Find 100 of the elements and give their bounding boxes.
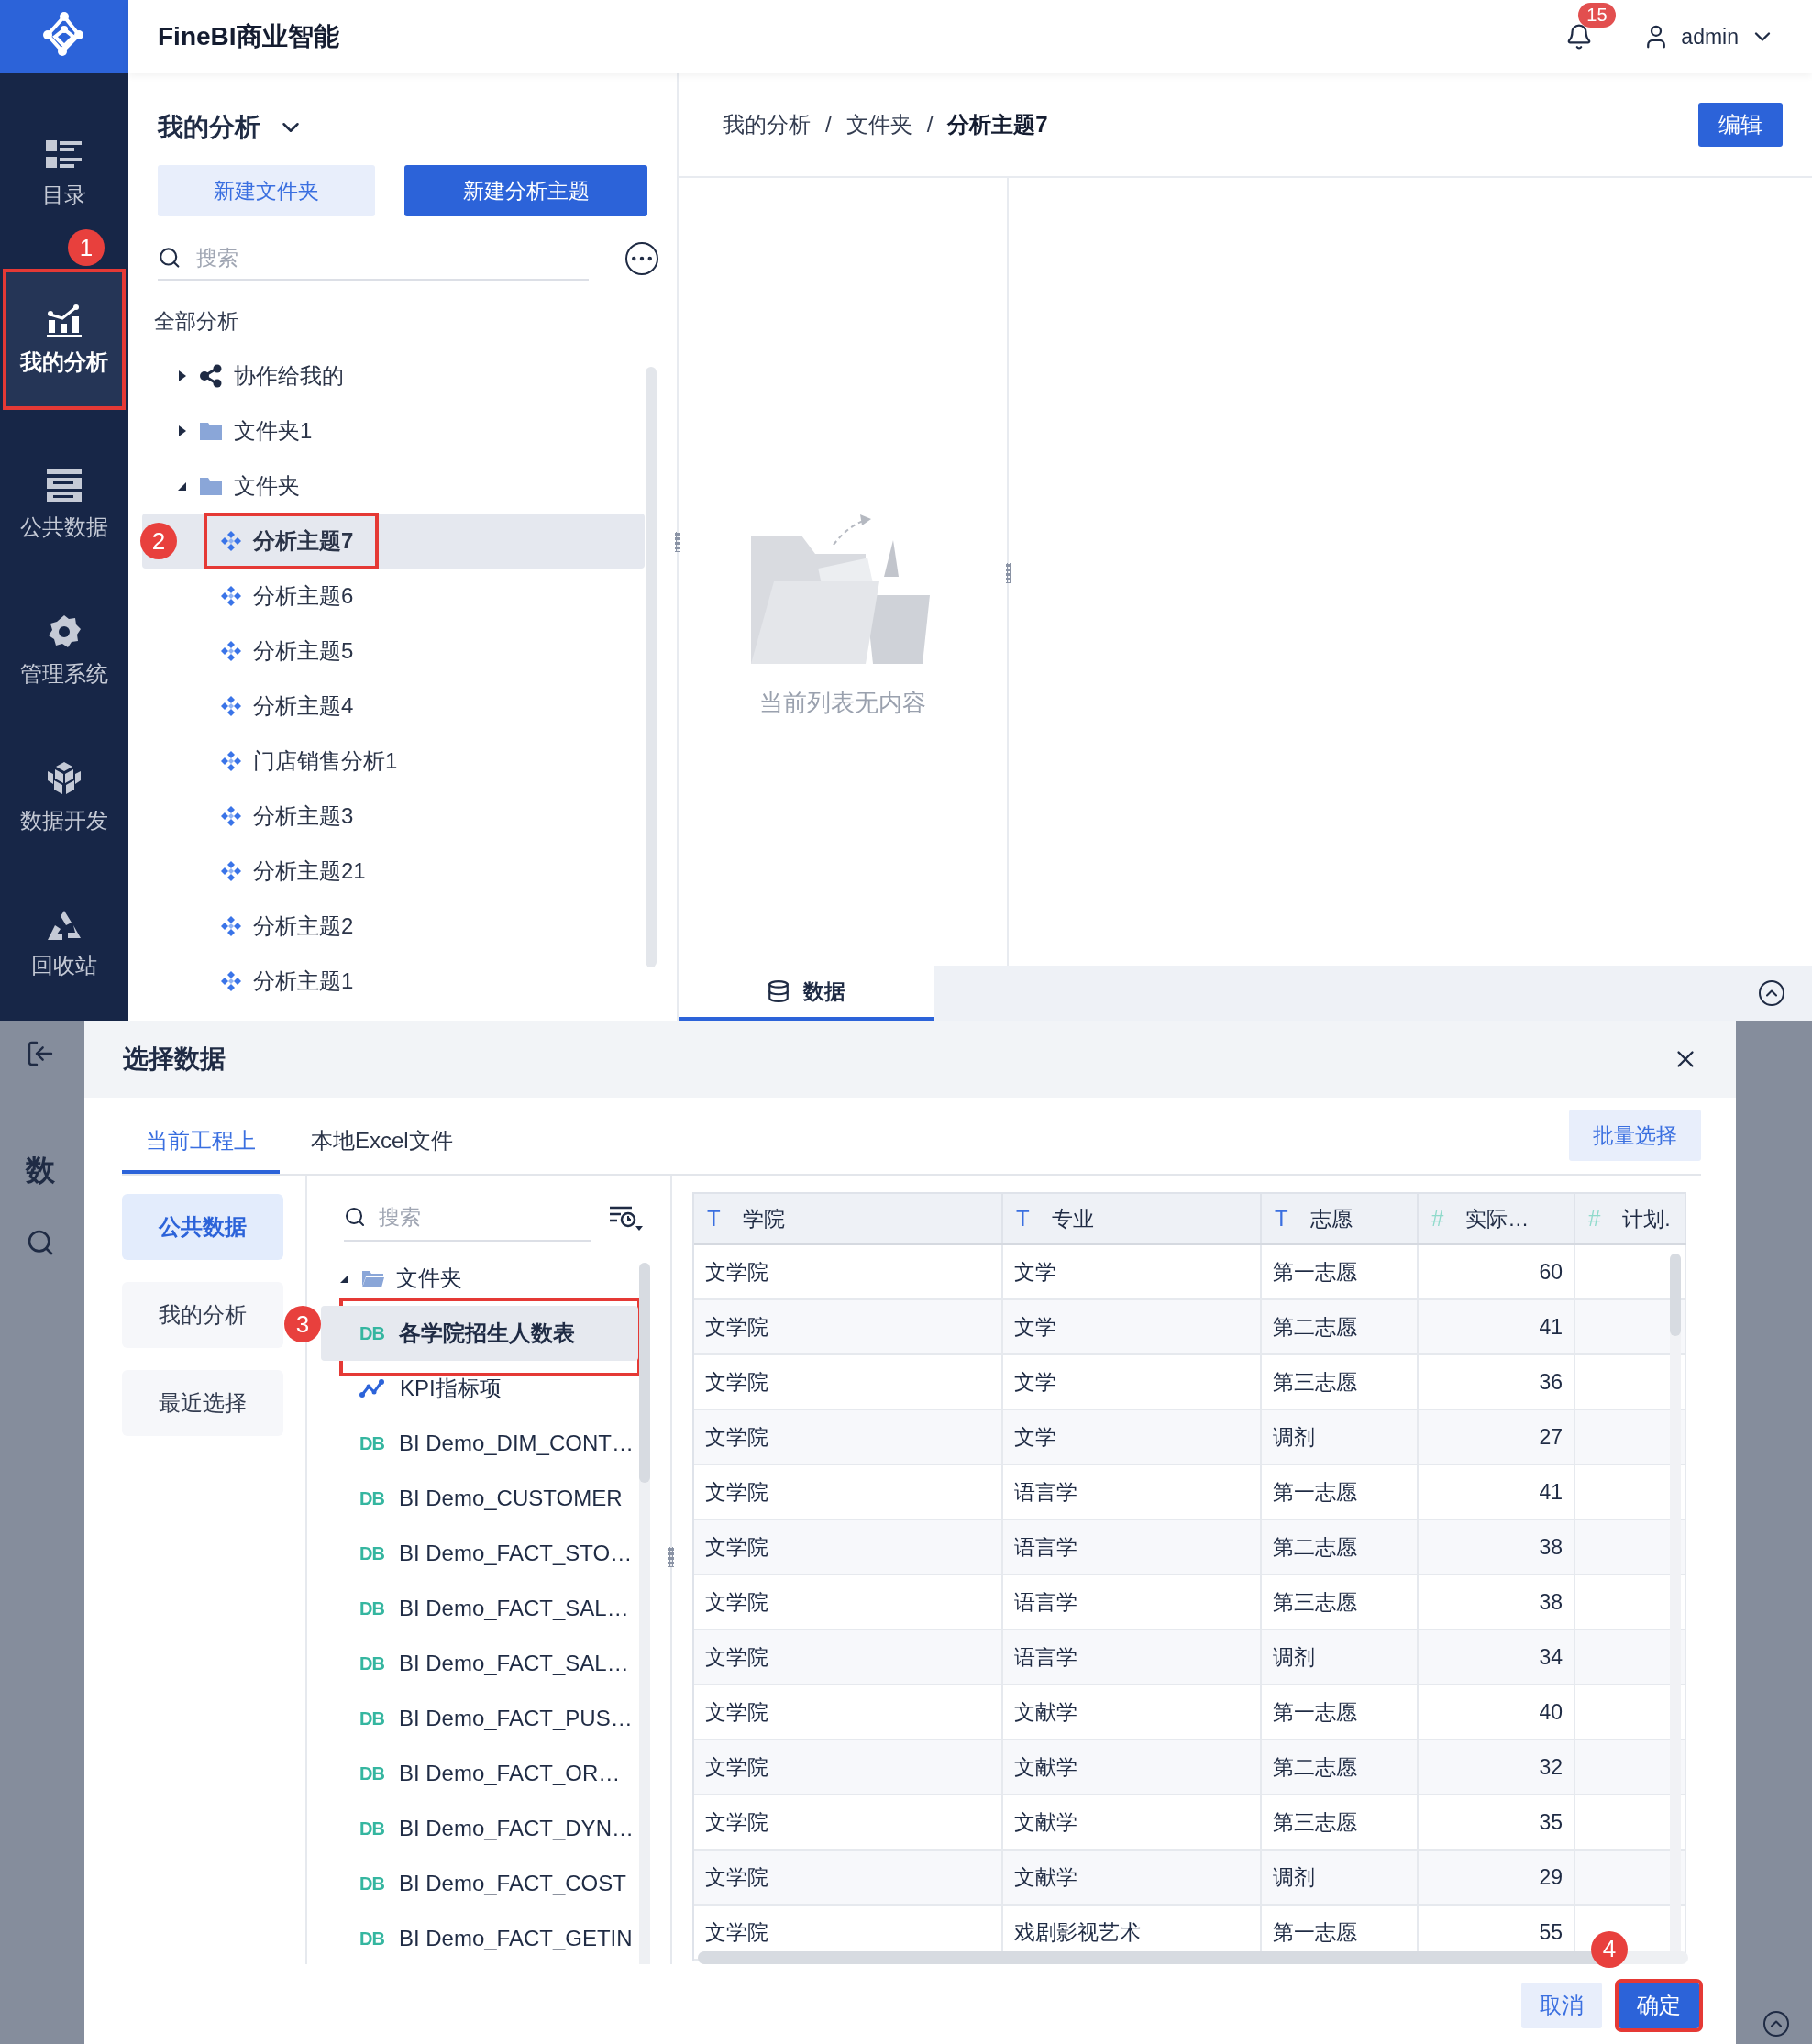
source-nav-item[interactable]: 公共数据 [122, 1194, 283, 1260]
caret-right-icon[interactable] [177, 425, 188, 437]
drag-handle[interactable] [668, 1547, 674, 1567]
analysis-item[interactable]: 分析主题6 [142, 569, 645, 624]
search-field[interactable]: 搜索 [379, 1199, 591, 1235]
table-cell: 文学院 [694, 1851, 1003, 1904]
analysis-item[interactable]: 门店销售分析1 [142, 734, 645, 789]
dataset-item[interactable]: DB BI Demo_FACT_STO… [321, 1526, 638, 1581]
dataset-item[interactable]: DB BI Demo_DIM_CONT… [321, 1416, 638, 1471]
table-type-label: DB [359, 1652, 384, 1674]
table-cell: 第二志愿 [1262, 1740, 1419, 1794]
source-nav-item[interactable]: 我的分析 [122, 1282, 283, 1348]
table-cell: 语言学 [1003, 1575, 1262, 1629]
folder-item[interactable]: 文件夹1 [142, 403, 645, 459]
drag-handle[interactable] [675, 532, 680, 552]
diamonds-icon [220, 585, 242, 607]
dataset-item[interactable]: DB BI Demo_FACT_SAL… [321, 1581, 638, 1636]
table-cell: 文学院 [694, 1245, 1003, 1298]
dialog-title: 选择数据 [123, 1044, 226, 1075]
sidebar-item[interactable]: 管理系统 [5, 601, 124, 702]
diamonds-icon [220, 750, 242, 772]
cancel-button[interactable]: 取消 [1521, 1982, 1602, 2028]
table-cell: 27 [1419, 1410, 1575, 1464]
edit-button[interactable]: 编辑 [1698, 103, 1783, 147]
diamonds-icon [220, 860, 242, 882]
table-cell: 文学 [1003, 1245, 1262, 1298]
column-header[interactable]: T 专业 [1003, 1194, 1262, 1243]
sidebar-item[interactable]: 目录 [5, 124, 124, 225]
breadcrumb-item[interactable]: 我的分析 [723, 110, 811, 139]
exit-icon[interactable] [26, 1039, 55, 1068]
scrollbar[interactable] [646, 367, 657, 967]
analysis-item[interactable]: 分析主题4 [142, 679, 645, 734]
search-field[interactable]: 搜索 [195, 239, 589, 276]
notification-count: 15 [1578, 3, 1616, 28]
table-type-label: DB [359, 1597, 384, 1619]
user-name[interactable]: admin [1681, 24, 1739, 50]
analysis-item[interactable]: 分析主题21 [142, 844, 645, 899]
analysis-item[interactable]: 分析主题2 [142, 899, 645, 954]
table-type-label: DB [359, 1322, 384, 1344]
dataset-item[interactable]: KPI指标项 [321, 1361, 638, 1416]
table-cell: 语言学 [1003, 1465, 1262, 1519]
tree-root[interactable]: 全部分析 [142, 293, 677, 348]
breadcrumb-item[interactable]: 分析主题7 [947, 110, 1048, 139]
cubes-icon [46, 760, 83, 797]
table-type-label: DB [359, 1928, 384, 1950]
breadcrumb-item[interactable]: 文件夹 [845, 110, 912, 139]
table-cell: 文学院 [694, 1520, 1003, 1574]
analysis-item[interactable]: 分析主题3 [142, 789, 645, 844]
batch-select-button[interactable]: 批量选择 [1569, 1110, 1701, 1161]
dataset-item[interactable]: DB BI Demo_FACT_DYN… [321, 1801, 638, 1856]
table-cell: 29 [1419, 1851, 1575, 1904]
dataset-item[interactable]: DB BI Demo_FACT_OR… [321, 1746, 638, 1801]
column-header[interactable]: # 计划. [1575, 1194, 1686, 1243]
diamonds-icon [220, 640, 242, 662]
sidebar-item[interactable]: 回收站 [5, 894, 124, 995]
caret-right-icon[interactable] [177, 370, 188, 382]
scrollbar[interactable] [639, 1263, 650, 1964]
new-folder-button[interactable]: 新建文件夹 [158, 165, 376, 216]
dialog-tab[interactable]: 当前工程上 [122, 1111, 280, 1174]
table-cell: 第三志愿 [1262, 1355, 1419, 1409]
source-nav-item[interactable]: 最近选择 [122, 1370, 283, 1436]
sidebar-item[interactable]: 公共数据 [5, 454, 124, 555]
sidebar-item[interactable]: 数据开发 [5, 747, 124, 848]
table-cell: 38 [1419, 1575, 1575, 1629]
search-icon[interactable] [158, 245, 182, 271]
dataset-item[interactable]: DB BI Demo_FACT_PUS… [321, 1691, 638, 1746]
step-badge: 1 [68, 229, 105, 266]
table-cell: 文学院 [694, 1630, 1003, 1684]
folder-item[interactable]: 文件夹 [142, 459, 645, 514]
folder-item[interactable]: 文件夹 [321, 1251, 670, 1306]
more-icon[interactable] [625, 242, 658, 275]
table-cell: 文献学 [1003, 1851, 1262, 1904]
dataset-item[interactable]: DB BI Demo_FACT_GETIN [321, 1911, 638, 1964]
share-icon [199, 364, 223, 388]
table-cell: 调剂 [1262, 1851, 1419, 1904]
table-cell: 38 [1419, 1520, 1575, 1574]
dialog-tab[interactable]: 本地Excel文件 [287, 1111, 477, 1174]
table-cell: 调剂 [1262, 1410, 1419, 1464]
folder-item[interactable]: 协作给我的 [142, 348, 645, 403]
dataset-item[interactable]: DB 各学院招生人数表 [321, 1306, 638, 1361]
table-type-label: DB [359, 1762, 384, 1784]
dataset-item[interactable]: DB BI Demo_FACT_COST [321, 1856, 638, 1911]
analysis-item[interactable]: 分析主题5 [142, 624, 645, 679]
table-cell: 文学院 [694, 1575, 1003, 1629]
table-cell: 文学院 [694, 1740, 1003, 1794]
column-header[interactable]: # 实际… [1419, 1194, 1575, 1243]
sidebar-item[interactable]: 我的分析 [5, 271, 124, 408]
analysis-item[interactable]: 分析主题1 [142, 954, 645, 1009]
new-analysis-button[interactable]: 新建分析主题 [404, 165, 647, 216]
column-header[interactable]: T 志愿 [1262, 1194, 1419, 1243]
dataset-item[interactable]: DB BI Demo_CUSTOMER [321, 1471, 638, 1526]
table-cell: 第一志愿 [1262, 1685, 1419, 1739]
column-header[interactable]: T 学院 [694, 1194, 1003, 1243]
step-badge: 3 [284, 1306, 321, 1342]
dataset-item[interactable]: DB BI Demo_FACT_SAL… [321, 1636, 638, 1691]
collapse-icon[interactable] [1759, 980, 1784, 1006]
table-cell: 34 [1419, 1630, 1575, 1684]
drag-handle[interactable] [1006, 563, 1011, 583]
data-tab[interactable]: 数据 [679, 966, 934, 1021]
field-type-icon: # [1431, 1206, 1444, 1232]
